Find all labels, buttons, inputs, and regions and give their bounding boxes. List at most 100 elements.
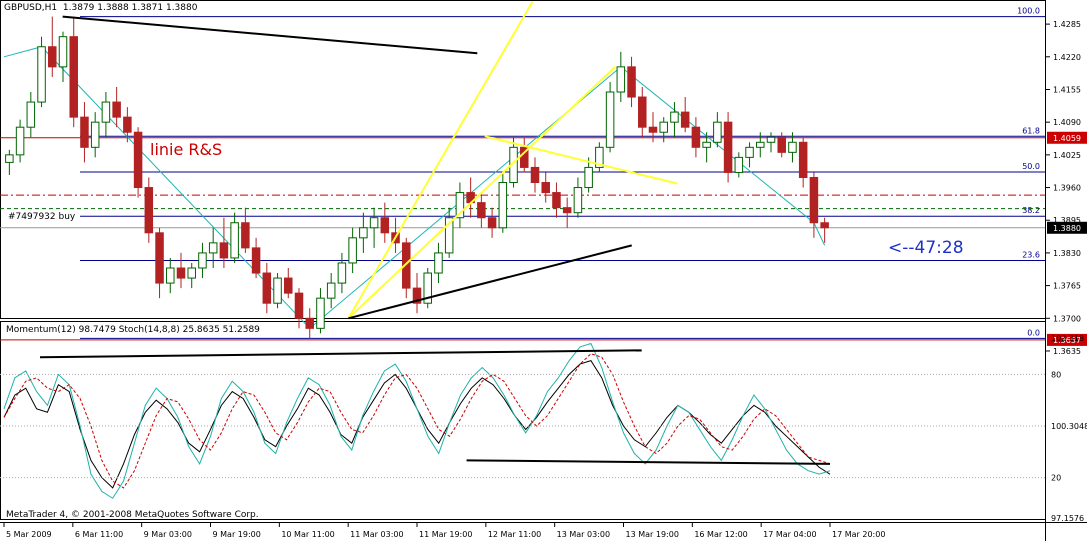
zigzag-line [3, 46, 826, 330]
candle-body-69 [745, 146, 754, 158]
indicator-tick-label-0: 102.318 [1051, 334, 1084, 343]
price-tick-label-1: 1.4220 [1053, 53, 1081, 62]
time-tick-label-6: 11 Mar 19:00 [419, 530, 472, 539]
price-tick-label-8: 1.3765 [1053, 282, 1081, 291]
symbol-label: GBPUSD,H1 [4, 3, 58, 13]
candle-body-2 [26, 101, 36, 128]
candle-body-44 [477, 202, 486, 219]
indicator-series-0 [3, 360, 831, 489]
fibo-label-0: 100.0 [1017, 7, 1040, 16]
candle-body-21 [230, 222, 239, 259]
candle-body-12 [133, 131, 143, 189]
candle-body-31 [337, 262, 347, 284]
time-tick-label-10: 16 Mar 12:00 [694, 530, 747, 539]
candle-body-10 [112, 101, 121, 118]
candle-body-22 [241, 222, 250, 249]
candle-body-9 [101, 101, 111, 123]
timer-annotation: <--47:28 [888, 238, 964, 258]
candle-body-51 [552, 192, 561, 209]
time-tick-label-3: 9 Mar 19:00 [213, 530, 261, 539]
candle-body-1 [15, 126, 25, 156]
candle-body-72 [777, 136, 786, 153]
time-tick-label-9: 13 Mar 19:00 [626, 530, 679, 539]
candle-body-62 [670, 111, 679, 123]
trend-line-0 [62, 15, 478, 55]
linie-annotation: linie R&S [150, 140, 223, 159]
indicator-header: Momentum(12) 98.7479 Stoch(14,8,8) 25.86… [6, 325, 260, 335]
candle-body-53 [573, 187, 583, 214]
candle-body-61 [659, 121, 668, 133]
chart-window: 100.0 61.8 50.0 38.2 23.6 0.0 1.4285 1.4220 1.4… [0, 0, 1087, 541]
candle-body-40 [434, 252, 443, 274]
candle-body-68 [734, 156, 744, 173]
candle-body-27 [294, 292, 304, 319]
candle-body-46 [498, 182, 508, 229]
fibo-label-1: 61.8 [1022, 126, 1040, 135]
candle-body-15 [166, 267, 175, 284]
candle-body-63 [680, 111, 690, 128]
candle-body-3 [37, 46, 46, 103]
candle-body-24 [262, 272, 272, 304]
price-tick-label-10: 1.3635 [1053, 347, 1081, 356]
candle-body-57 [616, 66, 626, 93]
candle-body-0 [5, 154, 14, 163]
time-tick-label-12: 17 Mar 20:00 [832, 530, 885, 539]
indicator-trend-lower [466, 459, 831, 465]
fibo-label-3: 38.2 [1022, 206, 1040, 215]
candle-body-19 [208, 242, 218, 254]
price-tick-label-5: 1.3960 [1053, 184, 1081, 193]
candle-body-75 [809, 176, 819, 224]
order-label: #7497932 buy [8, 212, 76, 222]
time-tick-label-7: 12 Mar 11:00 [488, 530, 541, 539]
candle-body-58 [627, 66, 636, 98]
candle-body-56 [605, 91, 615, 148]
time-tick-label-8: 13 Mar 03:00 [557, 530, 610, 539]
candle-body-29 [316, 297, 325, 329]
price-chart-svg: 100.0 61.8 50.0 38.2 23.6 0.0 1.4285 1.4220 1.4… [0, 0, 1087, 541]
time-tick-label-4: 10 Mar 11:00 [281, 530, 334, 539]
candle-body-73 [788, 141, 797, 153]
candle-body-64 [691, 126, 701, 148]
candle-body-67 [723, 121, 733, 173]
chart-header: GBPUSD,H1 1.3879 1.3888 1.3871 1.3880 [4, 3, 197, 13]
candle-body-59 [638, 96, 647, 128]
candle-body-76 [820, 222, 829, 229]
candle-body-54 [584, 166, 593, 189]
candle-body-35 [380, 217, 390, 234]
candle-body-30 [326, 282, 336, 299]
candle-body-70 [756, 141, 765, 148]
indicator-tick-label-3: 20 [1051, 474, 1061, 483]
candle-body-34 [369, 217, 379, 229]
candle-body-32 [348, 237, 357, 264]
candle-body-13 [144, 187, 154, 234]
price-tick-label-3: 1.4090 [1053, 118, 1081, 127]
time-tick-label-0: 5 Mar 2009 [6, 530, 52, 539]
candle-body-4 [48, 46, 57, 68]
candle-body-17 [187, 267, 196, 279]
indicator-tick-label-1: 80 [1051, 370, 1061, 379]
ohlc-label: 1.3879 1.3888 1.3871 1.3880 [62, 3, 198, 13]
price-badge-label-1: 1.3880 [1053, 224, 1081, 233]
candle-body-45 [487, 217, 497, 229]
fibo-label-4: 23.6 [1022, 250, 1040, 259]
fibo-label-2: 50.0 [1022, 162, 1040, 171]
candle-body-20 [219, 242, 229, 259]
indicator-tick-label-4: 97.1576 [1051, 514, 1084, 523]
candle-body-71 [766, 136, 776, 143]
time-tick-label-5: 11 Mar 03:00 [350, 530, 403, 539]
fibo-label-5: 0.0 [1027, 328, 1040, 337]
candle-body-49 [530, 166, 540, 184]
candle-body-16 [176, 267, 186, 279]
price-tick-label-7: 1.3830 [1053, 249, 1081, 258]
candle-body-7 [80, 116, 89, 148]
price-tick-label-9: 1.3700 [1053, 314, 1081, 323]
candle-body-6 [69, 36, 78, 118]
time-tick-label-2: 9 Mar 03:00 [144, 530, 192, 539]
time-tick-label-1: 6 Mar 11:00 [75, 530, 123, 539]
copyright-footer: MetaTrader 4, © 2001-2008 MetaQuotes Sof… [6, 510, 259, 520]
candle-body-5 [58, 36, 68, 68]
price-tick-label-4: 1.4025 [1053, 151, 1081, 160]
candle-body-26 [284, 277, 293, 294]
candle-body-23 [251, 247, 261, 274]
candle-body-18 [198, 252, 207, 269]
